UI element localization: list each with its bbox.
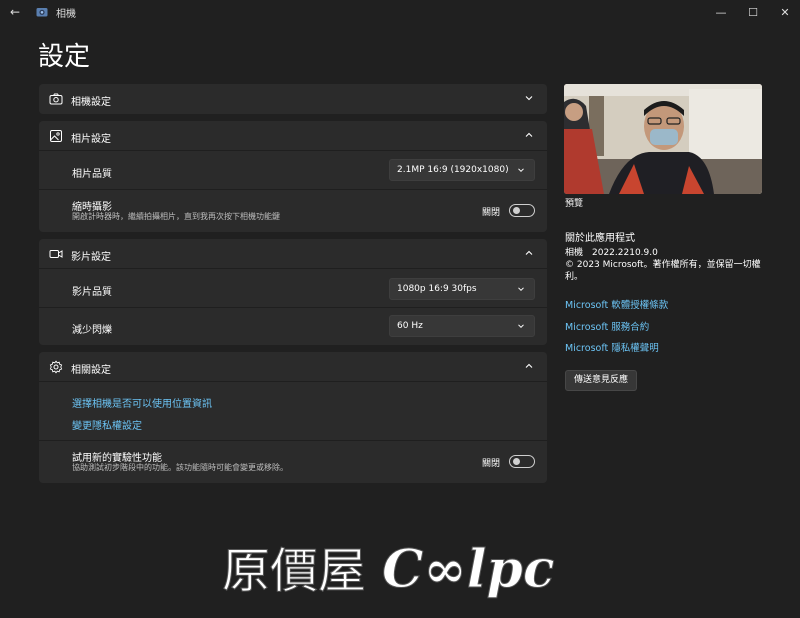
title-bar: ← 相機 — ☐ ✕ — [0, 0, 800, 24]
send-feedback-button[interactable]: 傳送意見反應 — [565, 370, 637, 391]
toggle-knob — [513, 207, 520, 214]
photo-settings-header[interactable]: 相片設定 — [39, 121, 547, 151]
related-settings-header[interactable]: 相關設定 — [39, 352, 547, 382]
photo-icon — [50, 130, 62, 142]
maximize-button[interactable]: ☐ — [736, 0, 770, 24]
related-links: 選擇相機是否可以使用位置資訊 變更隱私權設定 — [39, 382, 547, 440]
chevron-down-icon — [525, 96, 533, 101]
video-quality-label: 影片品質 — [72, 287, 112, 298]
license-terms-link[interactable]: Microsoft 軟體授權條款 — [565, 297, 668, 311]
photo-quality-value: 2.1MP 16:9 (1920x1080) — [397, 165, 509, 175]
video-settings-panel: 影片設定 影片品質 1080p 16:9 30fps 減少閃爍 60 Hz — [39, 239, 547, 345]
camera-settings-header[interactable]: 相機設定 — [39, 84, 547, 114]
video-settings-header[interactable]: 影片設定 — [39, 239, 547, 269]
service-agreement-link[interactable]: Microsoft 服務合約 — [565, 319, 649, 333]
coolpc-watermark-logo: 原價屋 C∞lpc — [222, 539, 555, 601]
timelapse-toggle-state: 關閉 — [482, 208, 501, 218]
photo-quality-row: 相片品質 2.1MP 16:9 (1920x1080) — [39, 151, 547, 189]
chevron-up-icon — [525, 250, 533, 255]
gear-icon — [49, 360, 63, 374]
toggle-knob — [513, 458, 520, 465]
experimental-description: 協助測試初步階段中的功能。該功能隨時可能會變更或移除。 — [72, 463, 288, 472]
chevron-down-icon — [518, 287, 524, 292]
about-title: 關於此應用程式 — [565, 233, 635, 244]
timelapse-description: 開啟計時器時，繼續拍攝相片，直到我再次按下相機功能鍵 — [72, 212, 280, 221]
timelapse-toggle[interactable] — [509, 204, 535, 217]
photo-quality-label: 相片品質 — [72, 169, 112, 180]
photo-settings-title: 相片設定 — [71, 134, 111, 145]
photo-quality-dropdown[interactable]: 2.1MP 16:9 (1920x1080) — [389, 159, 535, 181]
experimental-toggle-state: 關閉 — [482, 459, 501, 469]
video-quality-row: 影片品質 1080p 16:9 30fps — [39, 269, 547, 307]
camera-icon — [49, 93, 63, 105]
experimental-row: 試用新的實驗性功能 協助測試初步階段中的功能。該功能隨時可能會變更或移除。 關閉 — [39, 440, 547, 482]
location-permission-link[interactable]: 選擇相機是否可以使用位置資訊 — [72, 395, 212, 410]
video-camera-icon — [49, 250, 63, 258]
flicker-value: 60 Hz — [397, 321, 423, 331]
minimize-button[interactable]: — — [704, 0, 738, 24]
copyright-text: © 2023 Microsoft。著作權所有，並保留一切權利。 — [565, 260, 761, 282]
app-version: 相機 2022.2210.9.0 — [565, 248, 658, 258]
preview-image — [564, 84, 762, 194]
watermark-cjk-text: 原價屋 — [222, 543, 366, 599]
back-button[interactable]: ← — [10, 4, 26, 20]
camera-app-icon — [36, 8, 48, 17]
video-settings-title: 影片設定 — [71, 252, 111, 263]
privacy-statement-link[interactable]: Microsoft 隱私權聲明 — [565, 340, 659, 354]
video-quality-value: 1080p 16:9 30fps — [397, 284, 477, 294]
experimental-toggle[interactable] — [509, 455, 535, 468]
preview-label: 預覽 — [565, 199, 584, 209]
chevron-up-icon — [525, 363, 533, 368]
window-title: 相機 — [56, 9, 76, 20]
close-button[interactable]: ✕ — [768, 0, 800, 24]
privacy-settings-link[interactable]: 變更隱私權設定 — [72, 417, 142, 432]
timelapse-row: 縮時攝影 開啟計時器時，繼續拍攝相片，直到我再次按下相機功能鍵 關閉 — [39, 189, 547, 231]
camera-settings-title: 相機設定 — [71, 97, 111, 108]
flicker-label: 減少閃爍 — [72, 325, 112, 336]
page-title: 設定 — [38, 42, 91, 72]
camera-settings-panel: 相機設定 — [39, 84, 547, 114]
chevron-down-icon — [518, 168, 524, 173]
chevron-up-icon — [525, 132, 533, 137]
related-settings-panel: 相關設定 選擇相機是否可以使用位置資訊 變更隱私權設定 試用新的實驗性功能 協助… — [39, 352, 547, 483]
related-settings-title: 相關設定 — [71, 365, 111, 376]
video-quality-dropdown[interactable]: 1080p 16:9 30fps — [389, 278, 535, 300]
watermark-latin-text: C∞lpc — [382, 539, 554, 600]
flicker-dropdown[interactable]: 60 Hz — [389, 315, 535, 337]
chevron-down-icon — [518, 324, 524, 329]
camera-preview — [564, 84, 762, 194]
flicker-row: 減少閃爍 60 Hz — [39, 307, 547, 345]
photo-settings-panel: 相片設定 相片品質 2.1MP 16:9 (1920x1080) 縮時攝影 開啟… — [39, 121, 547, 232]
